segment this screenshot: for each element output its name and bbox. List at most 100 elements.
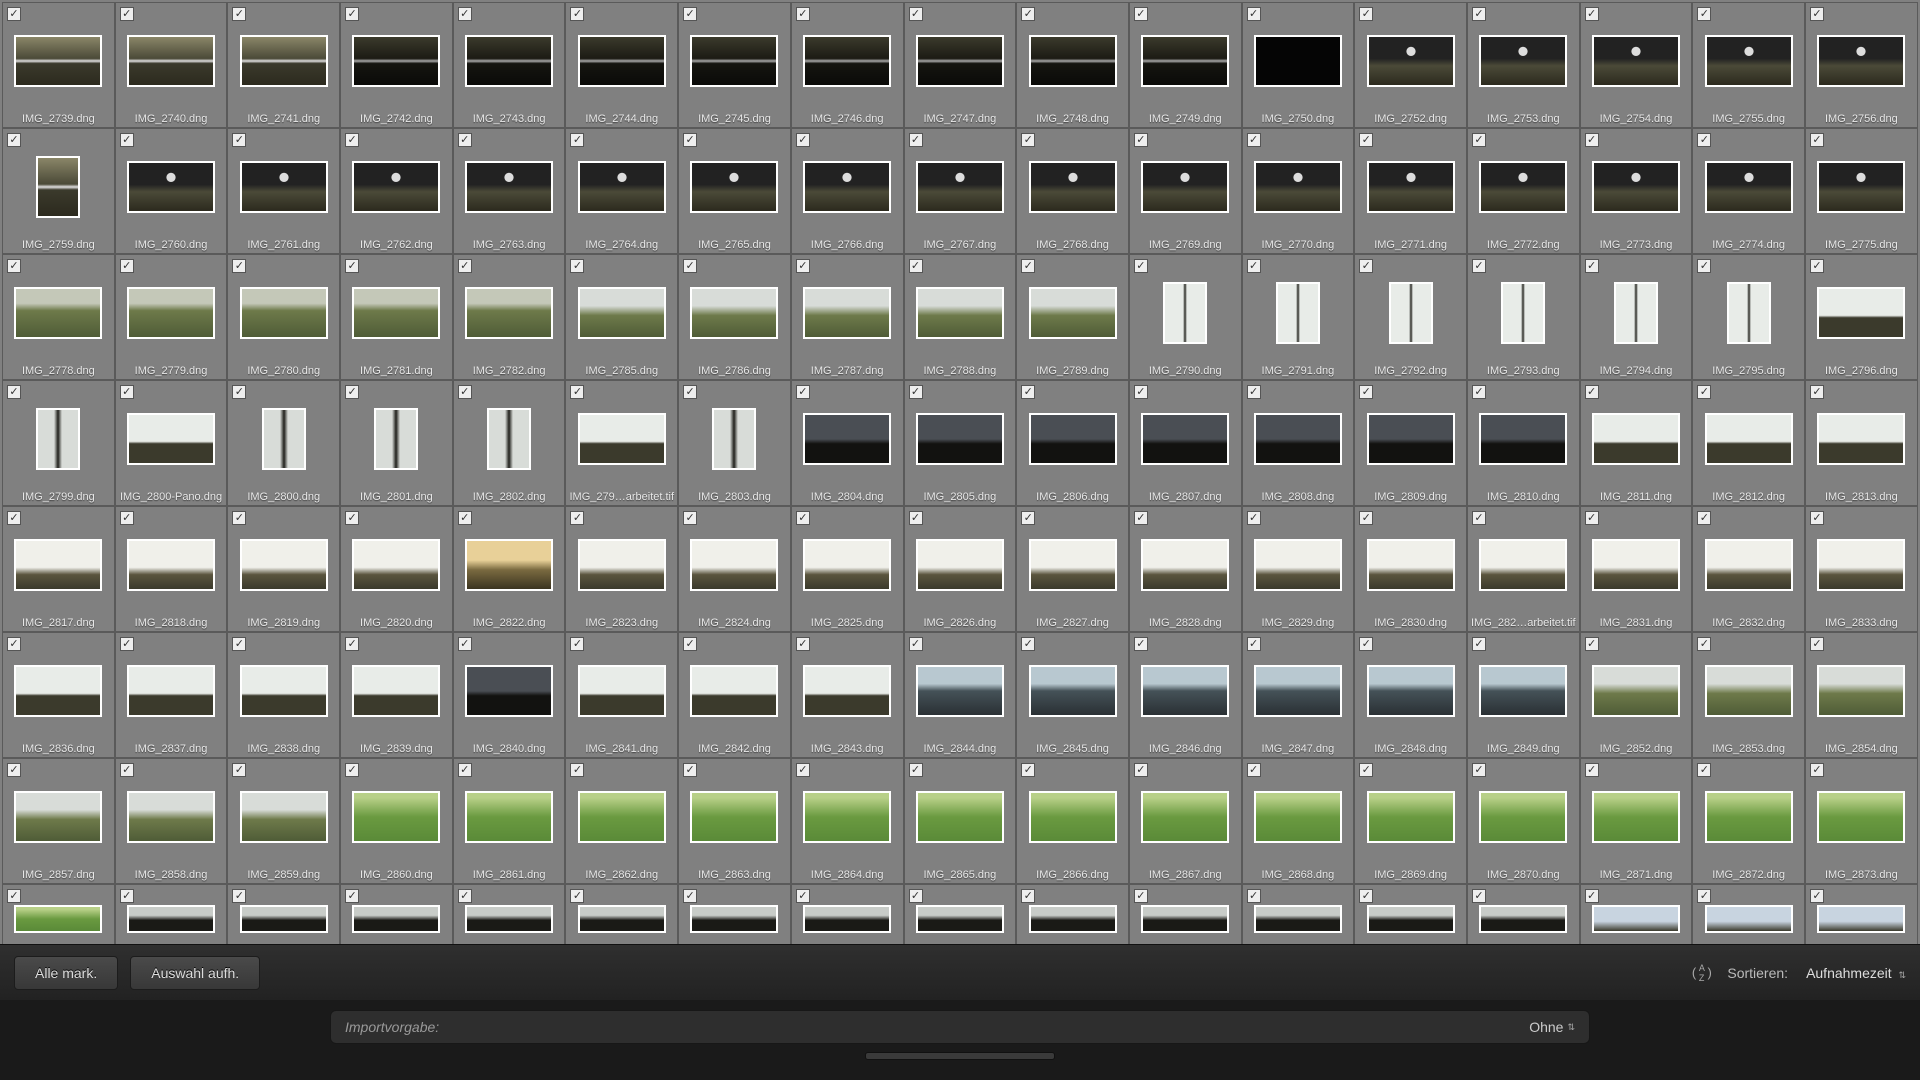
thumbnail-image[interactable]	[1029, 35, 1117, 87]
thumbnail-image[interactable]	[240, 287, 328, 339]
thumbnail-cell[interactable]: ✓IMG_2870.dng	[1467, 758, 1580, 884]
import-checkbox[interactable]: ✓	[345, 763, 359, 777]
import-checkbox[interactable]: ✓	[1021, 385, 1035, 399]
thumbnail-cell[interactable]: ✓IMG_2813.dng	[1805, 380, 1918, 506]
import-checkbox[interactable]: ✓	[120, 637, 134, 651]
thumbnail-image[interactable]	[127, 35, 215, 87]
import-checkbox[interactable]: ✓	[1585, 259, 1599, 273]
import-checkbox[interactable]: ✓	[1810, 637, 1824, 651]
import-checkbox[interactable]: ✓	[909, 385, 923, 399]
thumbnail-image[interactable]	[1592, 539, 1680, 591]
thumbnail-cell[interactable]: ✓	[904, 884, 1017, 944]
thumbnail-image[interactable]	[1141, 791, 1229, 843]
select-all-button[interactable]: Alle mark.	[14, 956, 118, 990]
import-checkbox[interactable]: ✓	[796, 889, 810, 903]
thumbnail-cell[interactable]: ✓IMG_2796.dng	[1805, 254, 1918, 380]
thumbnail-cell[interactable]: ✓	[1242, 884, 1355, 944]
thumbnail-image[interactable]	[1817, 287, 1905, 339]
thumbnail-cell[interactable]: ✓	[1805, 884, 1918, 944]
import-checkbox[interactable]: ✓	[7, 511, 21, 525]
thumbnail-cell[interactable]: ✓IMG_2866.dng	[1016, 758, 1129, 884]
import-checkbox[interactable]: ✓	[1472, 889, 1486, 903]
import-checkbox[interactable]: ✓	[458, 7, 472, 21]
thumbnail-cell[interactable]: ✓IMG_2838.dng	[227, 632, 340, 758]
thumbnail-cell[interactable]: ✓IMG_2764.dng	[565, 128, 678, 254]
import-checkbox[interactable]: ✓	[1359, 7, 1373, 21]
thumbnail-cell[interactable]: ✓	[791, 884, 904, 944]
import-checkbox[interactable]: ✓	[120, 259, 134, 273]
thumbnail-image[interactable]	[127, 413, 215, 465]
thumbnail-cell[interactable]: ✓IMG_2809.dng	[1354, 380, 1467, 506]
import-checkbox[interactable]: ✓	[1247, 259, 1261, 273]
thumbnail-cell[interactable]: ✓IMG_2810.dng	[1467, 380, 1580, 506]
import-checkbox[interactable]: ✓	[1247, 7, 1261, 21]
import-checkbox[interactable]: ✓	[7, 889, 21, 903]
thumbnail-cell[interactable]: ✓IMG_2746.dng	[791, 2, 904, 128]
thumbnail-cell[interactable]: ✓IMG_2831.dng	[1580, 506, 1693, 632]
import-checkbox[interactable]: ✓	[7, 763, 21, 777]
import-checkbox[interactable]: ✓	[1134, 385, 1148, 399]
import-checkbox[interactable]: ✓	[1697, 637, 1711, 651]
thumbnail-image[interactable]	[487, 408, 531, 470]
thumbnail-cell[interactable]: ✓IMG_2872.dng	[1692, 758, 1805, 884]
import-checkbox[interactable]: ✓	[232, 7, 246, 21]
thumbnail-cell[interactable]: ✓	[1692, 884, 1805, 944]
thumbnail-cell[interactable]: ✓IMG_2830.dng	[1354, 506, 1467, 632]
import-checkbox[interactable]: ✓	[120, 889, 134, 903]
thumbnail-image[interactable]	[1592, 413, 1680, 465]
thumbnail-image[interactable]	[578, 791, 666, 843]
import-checkbox[interactable]: ✓	[570, 511, 584, 525]
import-checkbox[interactable]: ✓	[1021, 763, 1035, 777]
thumbnail-image[interactable]	[14, 791, 102, 843]
import-checkbox[interactable]: ✓	[570, 385, 584, 399]
thumbnail-image[interactable]	[352, 539, 440, 591]
import-checkbox[interactable]: ✓	[1359, 763, 1373, 777]
thumbnail-image[interactable]	[127, 665, 215, 717]
import-checkbox[interactable]: ✓	[458, 385, 472, 399]
thumbnail-cell[interactable]: ✓IMG_2767.dng	[904, 128, 1017, 254]
deselect-all-button[interactable]: Auswahl aufh.	[130, 956, 260, 990]
thumbnail-cell[interactable]: ✓IMG_2752.dng	[1354, 2, 1467, 128]
import-checkbox[interactable]: ✓	[1247, 637, 1261, 651]
thumbnail-cell[interactable]: ✓IMG_2787.dng	[791, 254, 904, 380]
thumbnail-image[interactable]	[690, 539, 778, 591]
thumbnail-image[interactable]	[1705, 35, 1793, 87]
import-checkbox[interactable]: ✓	[570, 763, 584, 777]
thumbnail-image[interactable]	[240, 791, 328, 843]
thumbnail-image[interactable]	[690, 791, 778, 843]
thumbnail-cell[interactable]: ✓IMG_2822.dng	[453, 506, 566, 632]
import-checkbox[interactable]: ✓	[1359, 889, 1373, 903]
thumbnail-image[interactable]	[803, 905, 891, 933]
thumbnail-image[interactable]	[803, 665, 891, 717]
thumbnail-image[interactable]	[262, 408, 306, 470]
thumbnail-image[interactable]	[14, 905, 102, 933]
thumbnail-cell[interactable]: ✓IMG_2823.dng	[565, 506, 678, 632]
import-checkbox[interactable]: ✓	[683, 133, 697, 147]
thumbnail-cell[interactable]: ✓	[1467, 884, 1580, 944]
thumbnail-image[interactable]	[803, 287, 891, 339]
thumbnail-cell[interactable]: ✓IMG_2873.dng	[1805, 758, 1918, 884]
import-checkbox[interactable]: ✓	[1134, 637, 1148, 651]
import-checkbox[interactable]: ✓	[458, 763, 472, 777]
thumbnail-cell[interactable]: ✓IMG_2846.dng	[1129, 632, 1242, 758]
thumbnail-cell[interactable]: ✓IMG_2867.dng	[1129, 758, 1242, 884]
import-checkbox[interactable]: ✓	[1134, 889, 1148, 903]
import-checkbox[interactable]: ✓	[7, 259, 21, 273]
thumbnail-cell[interactable]: ✓IMG_2766.dng	[791, 128, 904, 254]
thumbnail-image[interactable]	[1592, 35, 1680, 87]
import-checkbox[interactable]: ✓	[1810, 763, 1824, 777]
thumbnail-cell[interactable]: ✓IMG_279…arbeitet.tif	[565, 380, 678, 506]
thumbnail-image[interactable]	[1367, 35, 1455, 87]
thumbnail-image[interactable]	[14, 287, 102, 339]
thumbnail-image[interactable]	[803, 539, 891, 591]
thumbnail-cell[interactable]: ✓IMG_2806.dng	[1016, 380, 1129, 506]
thumbnail-cell[interactable]: ✓IMG_2750.dng	[1242, 2, 1355, 128]
import-checkbox[interactable]: ✓	[570, 133, 584, 147]
thumbnail-cell[interactable]: ✓IMG_2747.dng	[904, 2, 1017, 128]
thumbnail-cell[interactable]: ✓IMG_2761.dng	[227, 128, 340, 254]
thumbnail-image[interactable]	[352, 905, 440, 933]
import-checkbox[interactable]: ✓	[345, 7, 359, 21]
thumbnail-image[interactable]	[578, 161, 666, 213]
thumbnail-cell[interactable]: ✓	[340, 884, 453, 944]
thumbnail-image[interactable]	[1367, 791, 1455, 843]
